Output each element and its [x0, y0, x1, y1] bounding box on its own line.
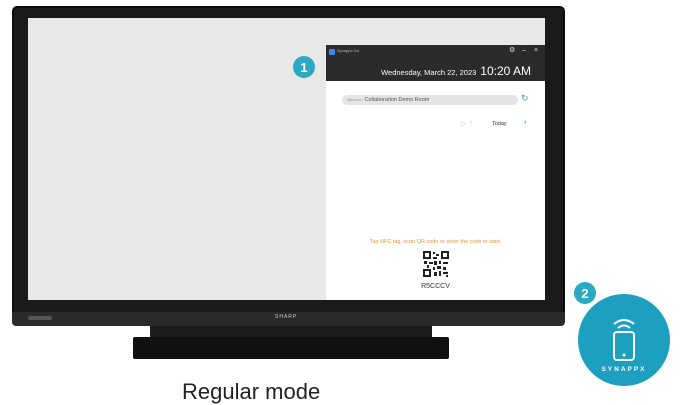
room-selector[interactable]: Welcome Collaboration Demo Room [342, 95, 518, 105]
current-time: 10:20 AM [480, 64, 531, 78]
phone-nfc-icon [613, 319, 635, 361]
room-prefix: Welcome [347, 98, 362, 102]
synappx-label: SYNAPPX [601, 366, 647, 373]
qr-code [422, 250, 450, 278]
synappx-app-icon: SYNAPPX [578, 294, 670, 386]
today-button[interactable]: Today [492, 121, 507, 127]
room-name: Collaboration Demo Room [364, 97, 430, 103]
refresh-icon[interactable]: ↻ [521, 93, 529, 103]
indicator-light [28, 316, 52, 320]
date-time: Wednesday, March 22, 2023 10:20 AM [381, 64, 531, 78]
callout-badge-1: 1 [293, 56, 315, 78]
current-date: Wednesday, March 22, 2023 [381, 68, 477, 77]
panel-header: Synappx Go ⚙ – × Wednesday, March 22, 20… [326, 45, 545, 81]
tv-stand [133, 337, 449, 359]
calendar-icon[interactable]: ▢ [460, 121, 465, 127]
settings-gear-icon[interactable]: ⚙ [509, 47, 515, 55]
minimize-icon[interactable]: – [522, 47, 526, 55]
close-icon[interactable]: × [534, 47, 538, 55]
caption: Regular mode [182, 379, 321, 404]
app-logo-icon [329, 49, 335, 55]
app-name: Synappx Go [337, 48, 360, 53]
chevron-left-icon[interactable]: ‹ [470, 119, 472, 126]
chevron-right-icon[interactable]: › [524, 119, 526, 126]
tv-brand: SHARP [275, 314, 298, 320]
callout-badge-2: 2 [574, 282, 596, 304]
instruction-text: Tap NFC tag, scan QR code or enter the c… [369, 239, 502, 245]
join-code: R5CCCV [421, 283, 450, 290]
synappx-go-panel: Synappx Go ⚙ – × Wednesday, March 22, 20… [326, 45, 545, 300]
